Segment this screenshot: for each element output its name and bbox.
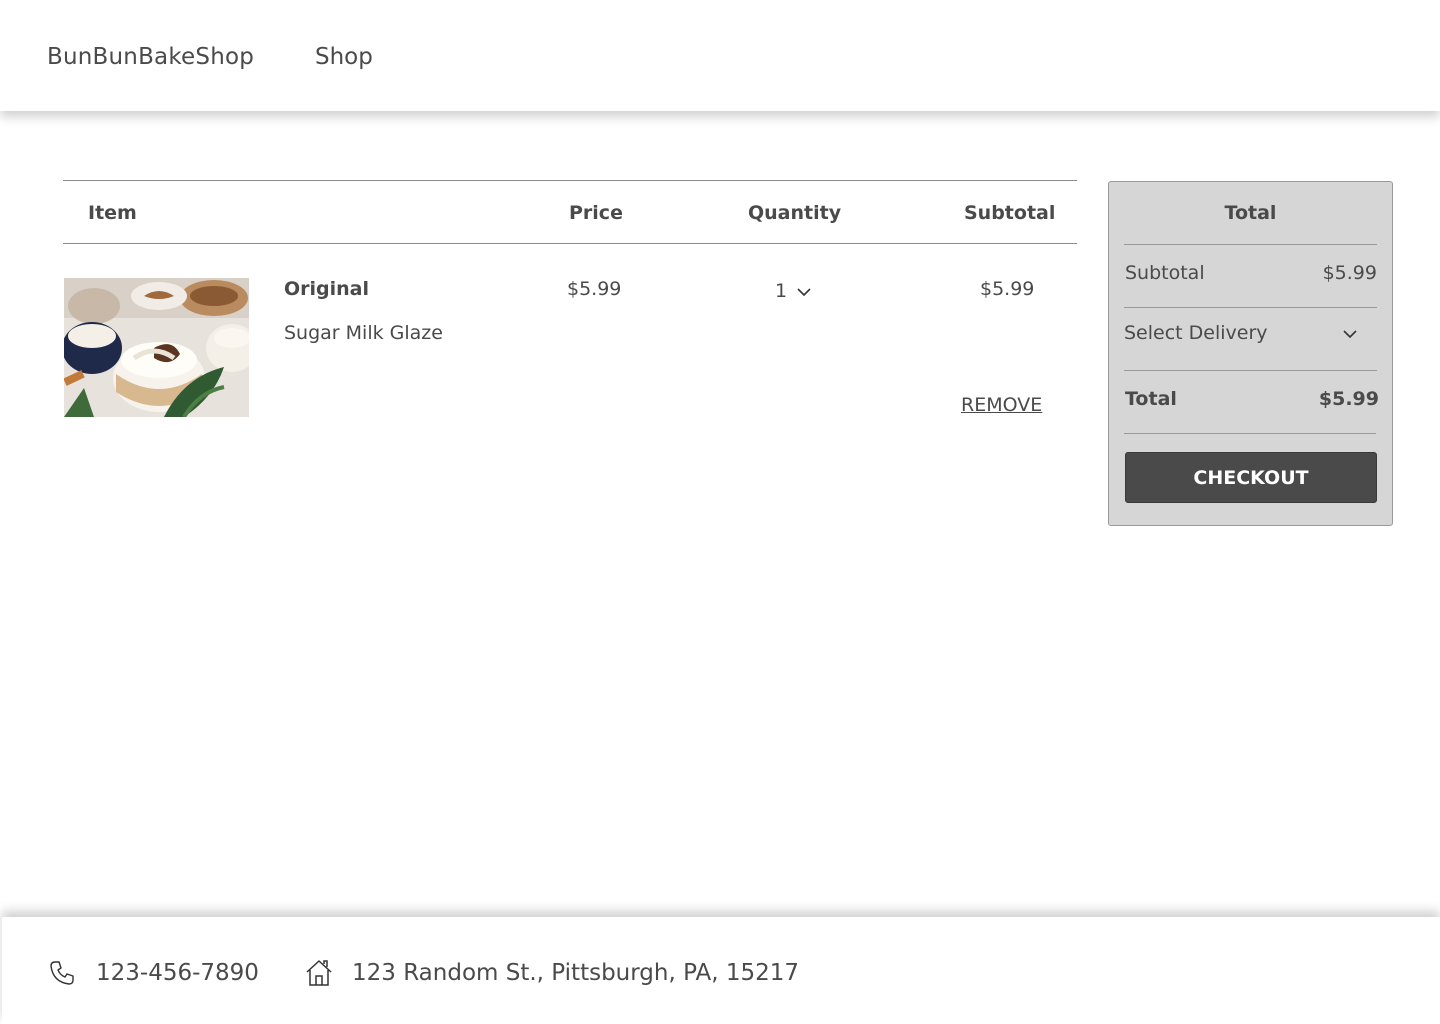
summary-total-row: Total $5.99 bbox=[1125, 388, 1379, 410]
item-subtotal: $5.99 bbox=[980, 278, 1035, 300]
checkout-button[interactable]: CHECKOUT bbox=[1125, 452, 1377, 503]
summary-total-value: $5.99 bbox=[1318, 388, 1379, 410]
divider bbox=[1124, 370, 1377, 371]
footer-phone: 123-456-7890 bbox=[96, 960, 259, 986]
divider bbox=[1124, 244, 1377, 245]
nav-shop-link[interactable]: Shop bbox=[315, 44, 373, 70]
home-icon bbox=[304, 958, 334, 992]
summary-subtotal-label: Subtotal bbox=[1125, 262, 1205, 284]
product-image bbox=[64, 278, 249, 417]
site-header: BunBunBakeShop Shop bbox=[0, 0, 1440, 111]
summary-subtotal-value: $5.99 bbox=[1322, 262, 1377, 284]
item-variant: Sugar Milk Glaze bbox=[284, 322, 443, 344]
site-footer: 123-456-7890 123 Random St., Pittsburgh,… bbox=[2, 917, 1440, 1024]
remove-item-link[interactable]: REMOVE bbox=[961, 394, 1042, 416]
brand-logo-link[interactable]: BunBunBakeShop bbox=[47, 44, 254, 70]
summary-title: Total bbox=[1224, 202, 1277, 224]
cart-table: Item Price Quantity Subtotal Original Su… bbox=[63, 180, 1077, 444]
footer-address: 123 Random St., Pittsburgh, PA, 15217 bbox=[352, 960, 800, 986]
delivery-select[interactable]: Select Delivery bbox=[1124, 322, 1377, 344]
divider bbox=[1124, 433, 1376, 434]
column-header-quantity: Quantity bbox=[748, 202, 842, 224]
chevron-down-icon bbox=[1343, 322, 1357, 344]
delivery-select-placeholder: Select Delivery bbox=[1124, 322, 1268, 344]
quantity-value: 1 bbox=[775, 280, 788, 302]
item-price: $5.99 bbox=[567, 278, 622, 300]
cart-item-row: Original Sugar Milk Glaze $5.99 1 $5.99 … bbox=[63, 244, 1077, 444]
item-name: Original bbox=[284, 278, 370, 300]
column-header-price: Price bbox=[569, 202, 623, 224]
quantity-select[interactable]: 1 bbox=[763, 276, 823, 306]
cart-table-header: Item Price Quantity Subtotal bbox=[63, 180, 1077, 244]
summary-subtotal-row: Subtotal $5.99 bbox=[1125, 262, 1377, 284]
product-photo-cinnamon-rolls bbox=[64, 278, 249, 417]
summary-total-label: Total bbox=[1125, 388, 1177, 410]
column-header-item: Item bbox=[88, 202, 137, 224]
chevron-down-icon bbox=[797, 280, 811, 302]
order-summary-panel: Total Subtotal $5.99 Select Delivery Tot… bbox=[1108, 181, 1393, 526]
divider bbox=[1124, 307, 1377, 308]
phone-icon bbox=[49, 960, 75, 990]
column-header-subtotal: Subtotal bbox=[964, 202, 1056, 224]
